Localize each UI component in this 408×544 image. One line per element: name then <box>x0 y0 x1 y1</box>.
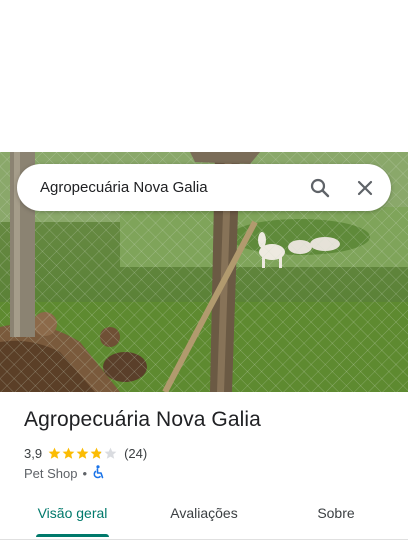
active-tab-indicator <box>36 534 109 537</box>
rating-row[interactable]: 3,9 (24) <box>24 444 147 462</box>
place-category[interactable]: Pet Shop <box>24 466 78 481</box>
search-bar[interactable]: Agropecuária Nova Galia <box>17 164 391 211</box>
wheelchair-icon <box>92 464 105 482</box>
star-icon <box>62 447 75 459</box>
search-icon[interactable] <box>308 176 332 200</box>
star-icon <box>76 447 89 459</box>
tabs-divider <box>0 539 408 540</box>
tab-overview[interactable]: Visão geral <box>24 498 121 536</box>
star-rating <box>48 447 118 460</box>
star-icon <box>90 447 103 459</box>
category-row: Pet Shop • <box>24 464 105 482</box>
map-blank-area <box>0 0 408 152</box>
rating-value: 3,9 <box>24 445 43 461</box>
tab-reviews[interactable]: Avaliações <box>152 498 256 536</box>
place-title: Agropecuária Nova Galia <box>24 408 261 431</box>
star-icon <box>48 447 61 459</box>
separator-dot: • <box>82 465 88 481</box>
search-input[interactable]: Agropecuária Nova Galia <box>40 164 208 211</box>
place-tabs: Visão geral Avaliações Sobre <box>0 498 408 538</box>
star-icon <box>104 447 117 459</box>
review-count[interactable]: (24) <box>124 446 147 461</box>
tab-about[interactable]: Sobre <box>302 498 370 536</box>
close-icon[interactable] <box>353 176 377 200</box>
